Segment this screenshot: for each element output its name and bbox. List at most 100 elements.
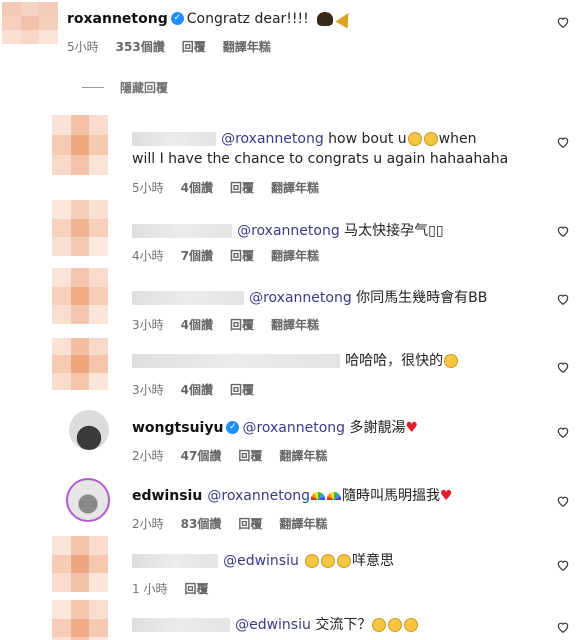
blurred-username: [132, 223, 232, 238]
reply-button[interactable]: 回覆: [182, 40, 206, 54]
avatar[interactable]: [69, 410, 109, 450]
laughing-emoji-icon: [372, 617, 387, 632]
comment-text: Congratz dear!!!!: [186, 11, 309, 27]
translate-button[interactable]: 翻譯年糕: [271, 181, 319, 195]
like-heart-icon[interactable]: [556, 292, 570, 306]
translate-button[interactable]: 翻譯年糕: [279, 449, 327, 463]
avatar-blurred[interactable]: [52, 338, 108, 390]
blurred-username: [132, 617, 230, 632]
comment-time: 5小時: [67, 40, 99, 54]
like-heart-icon[interactable]: [556, 425, 570, 439]
verified-icon: ✓: [226, 421, 240, 434]
reply-likes[interactable]: 4個讚: [181, 181, 213, 195]
mention-link[interactable]: @roxannetong: [207, 488, 310, 504]
comment-likes[interactable]: 353個讚: [116, 40, 165, 54]
verified-icon: ✓: [170, 12, 184, 25]
laughing-emoji-icon: [388, 617, 403, 632]
reply-time: 5小時: [132, 181, 164, 195]
smile-emoji-icon: [407, 131, 422, 146]
reply-likes[interactable]: 4個讚: [181, 383, 213, 397]
reply-button[interactable]: 回覆: [184, 582, 208, 596]
avatar[interactable]: [66, 478, 110, 522]
reply-time: 3小時: [132, 318, 164, 332]
reply-text-cont: when: [438, 131, 477, 147]
avatar-blurred[interactable]: [52, 600, 108, 640]
comment-username[interactable]: roxannetong: [67, 11, 168, 27]
party-popper-icon: [335, 8, 355, 29]
blurred-username: [132, 553, 218, 568]
like-heart-icon[interactable]: [556, 15, 570, 29]
reply-item: @edwinsiu 咩意思 1 小時 回覆: [0, 536, 582, 598]
like-heart-icon[interactable]: [556, 558, 570, 572]
reply-button[interactable]: 回覆: [230, 318, 254, 332]
reply-text: how bout u: [323, 131, 407, 147]
avatar-blurred[interactable]: [2, 2, 58, 44]
mention-link[interactable]: @roxannetong: [249, 290, 352, 306]
avatar-blurred[interactable]: [52, 536, 108, 592]
like-heart-icon[interactable]: [556, 620, 570, 634]
mention-link[interactable]: @edwinsiu: [235, 617, 311, 633]
reply-time: 1 小時: [132, 582, 168, 596]
reply-likes[interactable]: 47個讚: [181, 449, 222, 463]
reply-text: 隨時叫馬明搵我: [342, 488, 441, 504]
avatar-blurred[interactable]: [52, 115, 108, 175]
laughing-emoji-icon: [304, 553, 319, 568]
mention-link[interactable]: @roxannetong: [237, 223, 340, 239]
reply-username[interactable]: wongtsuiyu: [132, 420, 223, 436]
mention-link[interactable]: @edwinsiu: [223, 553, 299, 569]
avatar-blurred[interactable]: [52, 268, 108, 324]
translate-button[interactable]: 翻譯年糕: [223, 40, 271, 54]
reply-item: edwinsiu @roxannetong 隨時叫馬明搵我♥ 2小時 83個讚 回覆 翻…: [0, 474, 582, 536]
reply-time: 2小時: [132, 449, 164, 463]
laughing-emoji-icon: [404, 617, 419, 632]
reply-button[interactable]: 回覆: [230, 249, 254, 263]
reply-likes[interactable]: 4個讚: [181, 318, 213, 332]
translate-button[interactable]: 翻譯年糕: [271, 249, 319, 263]
divider-line: [82, 87, 104, 88]
reply-item: @roxannetong 马太快接孕气▯▯ 4小時 7個讚 回覆 翻譯年糕: [0, 200, 582, 268]
reply-item: @roxannetong 你同馬生幾時會有BB 3小時 4個讚 回覆 翻譯年糕: [0, 268, 582, 334]
hide-replies-label[interactable]: 隱藏回覆: [120, 79, 168, 96]
like-heart-icon[interactable]: [556, 135, 570, 149]
reply-text: 交流下？: [310, 617, 372, 633]
reply-text-line2: will I have the chance to congrats u aga…: [132, 151, 509, 167]
mention-link[interactable]: @roxannetong: [221, 131, 324, 147]
smile-emoji-icon: [423, 131, 438, 146]
rainbow-icon: [327, 491, 342, 500]
reply-likes[interactable]: 83個讚: [181, 517, 222, 531]
reply-username[interactable]: edwinsiu: [132, 488, 202, 504]
reply-time: 3小時: [132, 383, 164, 397]
reply-text: 多謝靚湯: [345, 420, 406, 436]
reply-item: 哈哈哈，很快的 3小時 4個讚 回覆: [0, 338, 582, 398]
reply-text: 你同馬生幾時會有BB: [351, 290, 488, 306]
translate-button[interactable]: 翻譯年糕: [271, 318, 319, 332]
like-heart-icon[interactable]: [556, 494, 570, 508]
reply-item: @edwinsiu 交流下？: [0, 600, 582, 640]
blurred-username: [132, 131, 216, 146]
laughing-emoji-icon: [336, 553, 351, 568]
reply-button[interactable]: 回覆: [230, 383, 254, 397]
avatar-blurred[interactable]: [52, 200, 108, 256]
like-heart-icon[interactable]: [556, 360, 570, 374]
reply-item: wongtsuiyu ✓ @roxannetong 多謝靚湯♥ 2小時 47個讚 回覆 翻…: [0, 405, 582, 471]
mention-link[interactable]: @roxannetong: [242, 420, 345, 436]
reply-time: 2小時: [132, 517, 164, 531]
reply-time: 4小時: [132, 249, 164, 263]
reply-text: 马太快接孕气▯▯: [339, 223, 444, 239]
reply-button[interactable]: 回覆: [230, 181, 254, 195]
rainbow-icon: [311, 491, 326, 500]
like-heart-icon[interactable]: [556, 224, 570, 238]
hide-replies-toggle[interactable]: 隱藏回覆: [0, 78, 582, 98]
comment-main: roxannetong ✓ Congratz dear!!!! 5小時 353個讚 回覆…: [0, 0, 582, 60]
laughing-emoji-icon: [320, 553, 335, 568]
reply-text: 咩意思: [351, 553, 394, 569]
reply-button[interactable]: 回覆: [238, 449, 262, 463]
red-heart-icon: ♥: [440, 487, 453, 504]
translate-button[interactable]: 翻譯年糕: [279, 517, 327, 531]
red-heart-icon: ♥: [405, 419, 419, 436]
reply-likes[interactable]: 7個讚: [181, 249, 213, 263]
bow-emoji-icon: [316, 11, 333, 26]
reply-button[interactable]: 回覆: [238, 517, 262, 531]
blurred-username: [132, 290, 244, 305]
blurred-username: [132, 353, 340, 368]
